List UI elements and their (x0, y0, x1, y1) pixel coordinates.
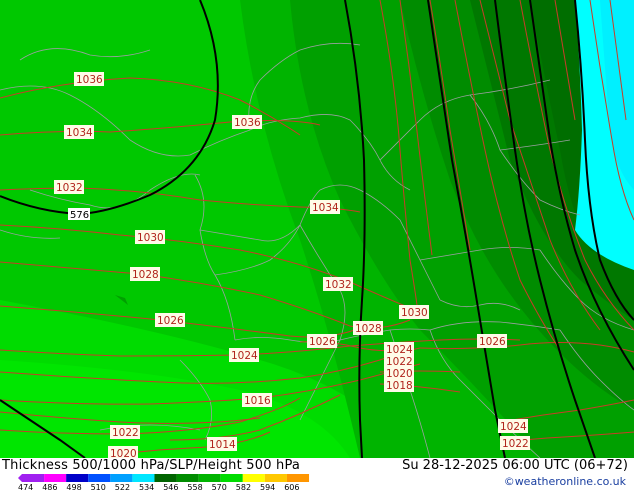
legend-tick-label: 474 (18, 483, 34, 492)
isobar-label: 1030 (135, 230, 165, 244)
svg-text:1036: 1036 (76, 74, 103, 86)
legend-tick-label: 582 (235, 483, 252, 492)
legend-swatch (154, 474, 177, 482)
legend-swatch (22, 474, 45, 482)
legend-swatch (220, 474, 243, 482)
isobar-label: 1034 (310, 200, 340, 214)
legend-swatch (286, 474, 310, 482)
legend-tick-label: 510 (90, 483, 106, 492)
svg-text:1014: 1014 (209, 439, 236, 451)
map-title: Thickness 500/1000 hPa/SLP/Height 500 hP… (2, 458, 301, 473)
svg-text:1026: 1026 (157, 315, 184, 327)
svg-text:1022: 1022 (502, 438, 529, 450)
legend-tick-label: 606 (284, 483, 300, 492)
isobar-label: 1024 (498, 419, 528, 433)
svg-text:1030: 1030 (401, 307, 428, 319)
isobar-label: 1030 (399, 305, 429, 319)
svg-text:1020: 1020 (110, 448, 137, 458)
legend-tick-label: 486 (42, 483, 58, 492)
svg-text:1030: 1030 (137, 232, 164, 244)
svg-text:1036: 1036 (234, 117, 261, 129)
isobar-label: 1020 (108, 446, 138, 460)
legend-swatch (44, 474, 67, 482)
isobar-label: 1022 (500, 436, 530, 450)
isobar-label: 1024 (229, 348, 259, 362)
svg-text:1024: 1024 (500, 421, 527, 433)
isobar-label: 1022 (384, 354, 414, 368)
weather-map: 1036 1036 1034 1034 1032 1032 1030 1030 … (0, 0, 634, 460)
legend-tick-label: 558 (187, 483, 203, 492)
legend-tick-label: 534 (139, 483, 155, 492)
isobar-label: 1022 (110, 425, 140, 439)
isobar-label: 1018 (384, 378, 414, 392)
isobar-label: 1034 (64, 125, 94, 139)
legend-swatch (242, 474, 265, 482)
legend-swatch (132, 474, 155, 482)
svg-text:1026: 1026 (479, 336, 506, 348)
svg-text:1028: 1028 (355, 323, 382, 335)
isobar-label: 1016 (242, 393, 272, 407)
map-footer: Thickness 500/1000 hPa/SLP/Height 500 hP… (0, 458, 634, 492)
isobar-label: 1028 (130, 267, 160, 281)
legend-swatch (88, 474, 111, 482)
legend-tick-label: 498 (66, 483, 82, 492)
isobar-label: 1032 (54, 180, 84, 194)
legend-tick-label: 594 (260, 483, 276, 492)
svg-text:1016: 1016 (244, 395, 271, 407)
svg-text:1028: 1028 (132, 269, 159, 281)
legend-swatch (264, 474, 287, 482)
valid-time: Su 28-12-2025 06:00 UTC (06+72) (402, 458, 628, 473)
legend-swatch (110, 474, 133, 482)
height-label: 576 (68, 208, 90, 221)
legend-arrow (18, 474, 22, 482)
legend-swatch (176, 474, 199, 482)
legend-tick-label: 522 (114, 483, 131, 492)
isobar-label: 1024 (384, 342, 414, 356)
svg-text:1018: 1018 (386, 380, 413, 392)
legend-tick-label: 570 (211, 483, 227, 492)
isobar-label: 1028 (353, 321, 383, 335)
isobar-label: 1026 (477, 334, 507, 348)
legend-tick-label: 546 (163, 483, 179, 492)
legend-swatch (66, 474, 89, 482)
isobar-label: 1014 (207, 437, 237, 451)
svg-text:1032: 1032 (56, 182, 83, 194)
svg-text:576: 576 (70, 210, 89, 221)
legend-swatch (198, 474, 221, 482)
isobar-label: 1020 (384, 366, 414, 380)
isobar-label: 1026 (155, 313, 185, 327)
svg-text:1034: 1034 (66, 127, 93, 139)
credit-link[interactable]: ©weatheronline.co.uk (504, 475, 626, 488)
svg-text:1024: 1024 (231, 350, 258, 362)
svg-text:1034: 1034 (312, 202, 339, 214)
svg-text:1022: 1022 (112, 427, 139, 439)
isobar-label: 1036 (232, 115, 262, 129)
isobar-label: 1032 (323, 277, 353, 291)
isobar-label: 1026 (307, 334, 337, 348)
svg-text:1032: 1032 (325, 279, 352, 291)
svg-text:1026: 1026 (309, 336, 336, 348)
isobar-label: 1036 (74, 72, 104, 86)
